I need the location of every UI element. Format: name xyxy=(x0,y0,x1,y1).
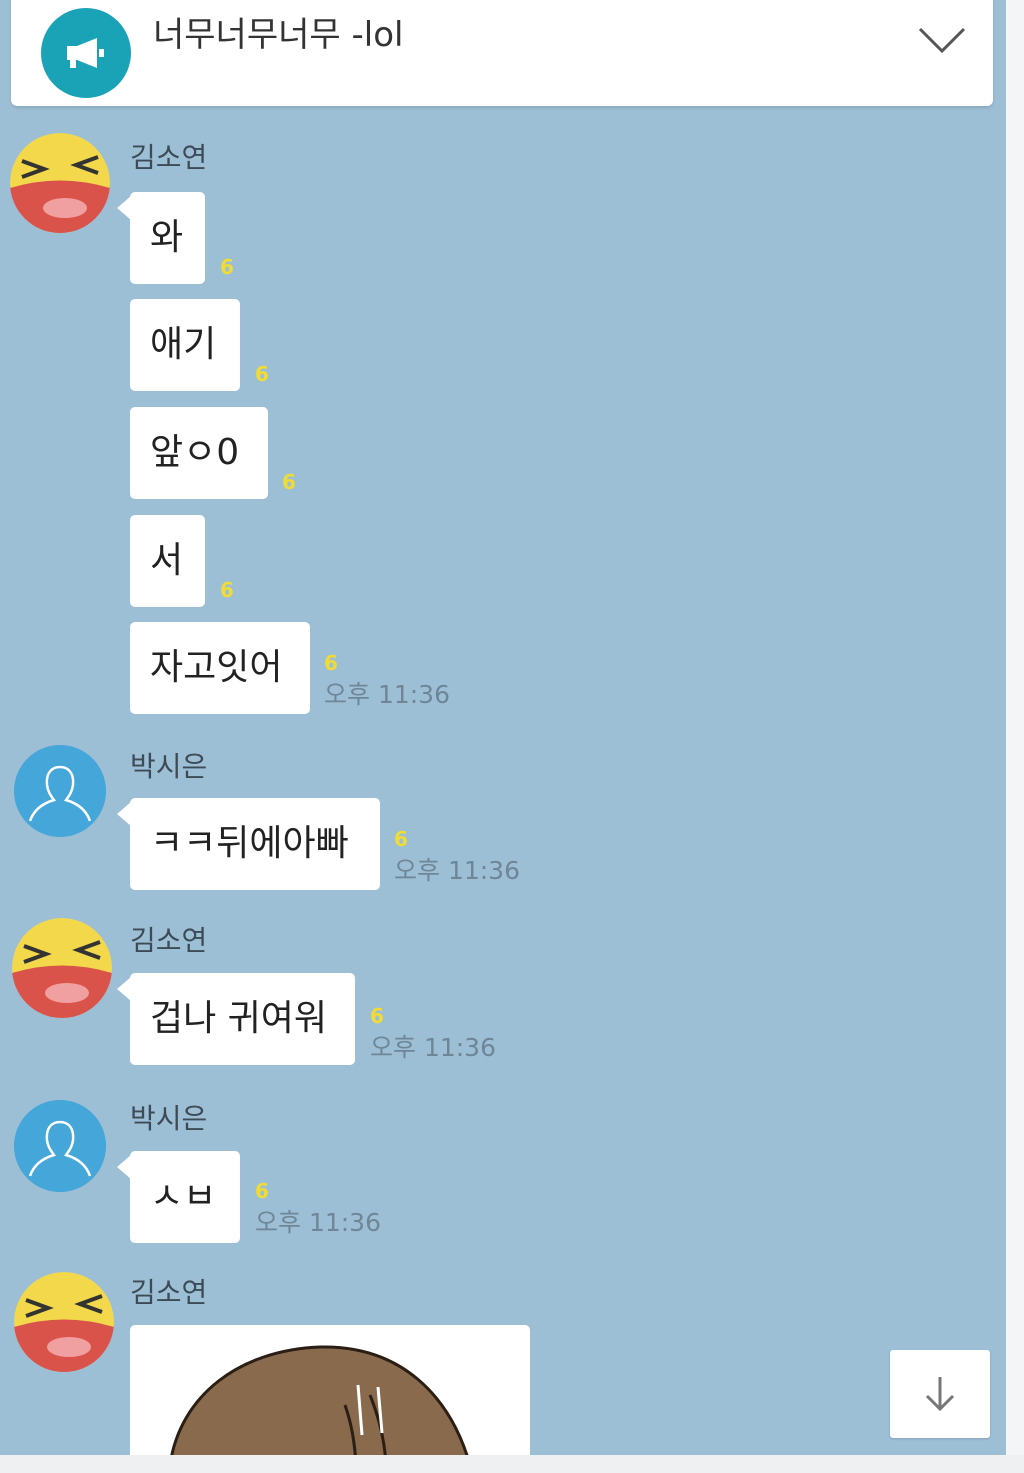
sender-name: 박시은 xyxy=(130,1102,208,1135)
unread-count: 6 xyxy=(370,1004,384,1028)
message-bubble[interactable]: 서 xyxy=(130,515,205,607)
sender-name: 박시은 xyxy=(130,750,208,783)
scroll-down-button[interactable] xyxy=(890,1350,990,1438)
screen-edge xyxy=(0,1455,1024,1473)
bubble-tail xyxy=(117,1155,131,1179)
megaphone-icon xyxy=(41,8,131,98)
message-bubble[interactable]: 앞ㅇ0 xyxy=(130,407,268,499)
unread-count: 6 xyxy=(282,470,296,494)
unread-count: 6 xyxy=(394,827,408,851)
message-time: 오후 11:36 xyxy=(324,680,450,709)
bubble-tail xyxy=(117,802,131,826)
unread-count: 6 xyxy=(324,651,338,675)
screen-edge xyxy=(1006,0,1024,1473)
avatar-default-profile[interactable] xyxy=(14,1100,106,1192)
sender-name: 김소연 xyxy=(130,1276,208,1309)
sender-name: 김소연 xyxy=(130,141,208,174)
avatar-laughing[interactable] xyxy=(12,918,112,1018)
arrow-down-icon xyxy=(925,1377,955,1412)
notice-title: 너무너무너무 -lol xyxy=(153,15,404,55)
unread-count: 6 xyxy=(255,362,269,386)
bubble-tail xyxy=(117,977,131,1001)
message-bubble[interactable]: 겁나 귀여워 xyxy=(130,973,355,1065)
notice-bar[interactable]: 너무너무너무 -lol xyxy=(11,0,993,106)
message-bubble[interactable]: 와 xyxy=(130,192,205,284)
unread-count: 6 xyxy=(220,255,234,279)
sender-name: 김소연 xyxy=(130,924,208,957)
message-time: 오후 11:36 xyxy=(370,1033,496,1062)
chevron-down-icon[interactable] xyxy=(916,25,968,59)
unread-count: 6 xyxy=(255,1179,269,1203)
message-time: 오후 11:36 xyxy=(255,1208,381,1237)
message-bubble[interactable]: 애기 xyxy=(130,299,240,391)
avatar-laughing[interactable] xyxy=(14,1272,114,1372)
message-time: 오후 11:36 xyxy=(394,856,520,885)
avatar-laughing[interactable] xyxy=(10,133,110,233)
avatar-default-profile[interactable] xyxy=(14,745,106,837)
cartoon-image[interactable] xyxy=(130,1325,530,1465)
message-bubble[interactable]: ㅅㅂ xyxy=(130,1151,240,1243)
unread-count: 6 xyxy=(220,578,234,602)
message-bubble[interactable]: ㅋㅋ뒤에아빠 xyxy=(130,798,380,890)
bubble-tail xyxy=(117,196,131,220)
message-bubble[interactable]: 자고잇어 xyxy=(130,622,310,714)
